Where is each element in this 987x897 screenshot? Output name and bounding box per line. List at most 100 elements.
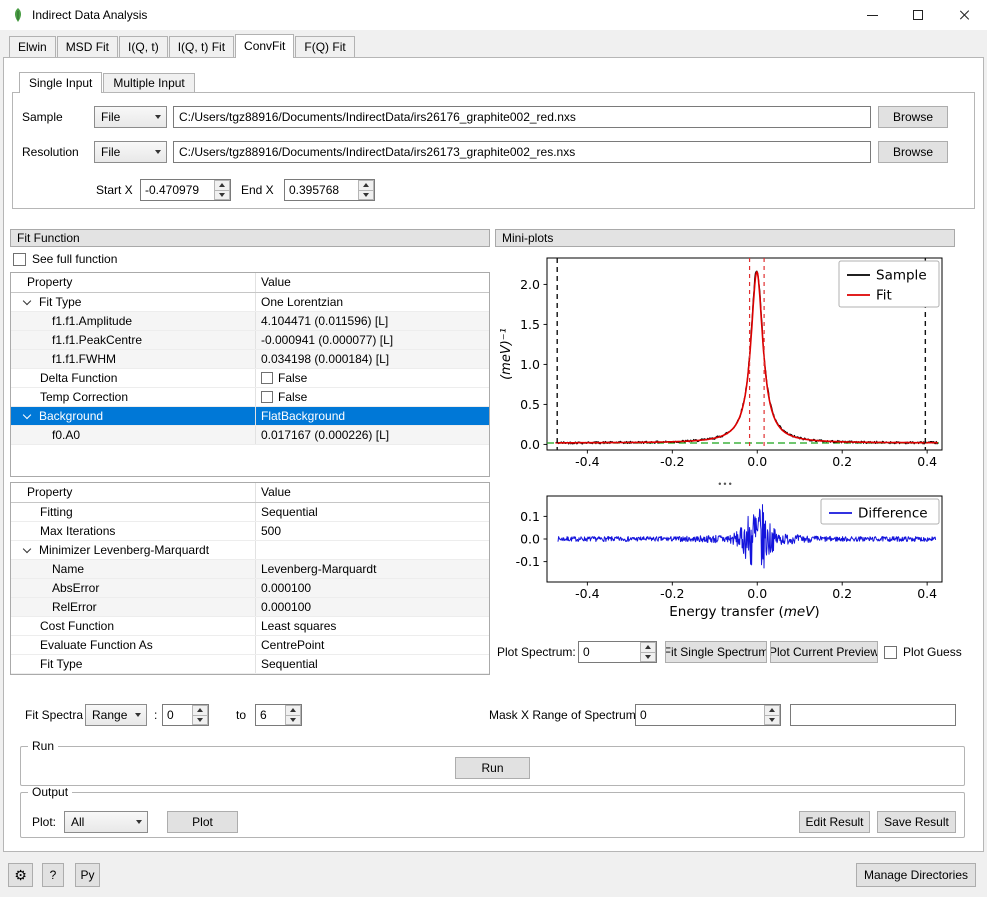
spin-up-button[interactable]: [192, 705, 208, 716]
svg-text:Fit: Fit: [876, 288, 892, 304]
property-row-cost-function[interactable]: Cost FunctionLeast squares: [11, 617, 489, 636]
property-row-max-iterations[interactable]: Max Iterations500: [11, 522, 489, 541]
property-row-temp-correction[interactable]: Temp CorrectionFalse: [11, 388, 489, 407]
property-row-background[interactable]: BackgroundFlatBackground: [11, 407, 489, 426]
property-row-evaluate-function-as[interactable]: Evaluate Function AsCentrePoint: [11, 636, 489, 655]
help-button[interactable]: ?: [42, 863, 64, 887]
chevron-down-icon[interactable]: [23, 297, 31, 305]
plot-current-preview-button[interactable]: Plot Current Preview: [770, 641, 878, 663]
spin-down-button[interactable]: [764, 716, 780, 726]
property-row-fitting[interactable]: FittingSequential: [11, 503, 489, 522]
edit-result-button[interactable]: Edit Result: [799, 811, 870, 833]
maximize-button[interactable]: [895, 0, 941, 30]
checkbox-icon[interactable]: [261, 391, 273, 403]
resolution-type-combo[interactable]: File: [94, 141, 167, 163]
property-row-f1-f1-fwhm[interactable]: f1.f1.FWHM0.034198 (0.000184) [L]: [11, 350, 489, 369]
property-value: Levenberg-Marquardt: [261, 560, 376, 578]
spin-up-button[interactable]: [764, 705, 780, 716]
table-header-row: PropertyValue: [11, 273, 489, 293]
mask-range-input[interactable]: [790, 704, 956, 726]
spin-down-button[interactable]: [214, 191, 230, 201]
property-value: 0.000100: [261, 579, 311, 597]
tab-fq-fit[interactable]: F(Q) Fit: [295, 36, 354, 57]
property-name: Delta Function: [40, 369, 117, 387]
python-button[interactable]: Py: [75, 863, 100, 887]
spin-down-button[interactable]: [192, 716, 208, 726]
property-name: Fit Type: [39, 293, 81, 311]
chevron-down-icon[interactable]: [23, 411, 31, 419]
chevron-down-icon: [131, 820, 147, 824]
manage-directories-button[interactable]: Manage Directories: [856, 863, 976, 887]
see-full-function-checkbox[interactable]: See full function: [13, 248, 117, 270]
fit-function-property-table: PropertyValueFit TypeOne Lorentzianf1.f1…: [10, 272, 490, 477]
tab-elwin[interactable]: Elwin: [9, 36, 56, 57]
property-value: One Lorentzian: [261, 293, 343, 311]
property-row-f1-f1-peakcentre[interactable]: f1.f1.PeakCentre-0.000941 (0.000077) [L]: [11, 331, 489, 350]
property-row-f1-f1-amplitude[interactable]: f1.f1.Amplitude4.104471 (0.011596) [L]: [11, 312, 489, 331]
output-plot-combo[interactable]: All: [64, 811, 148, 833]
chevron-down-icon: [130, 713, 146, 717]
run-button[interactable]: Run: [455, 757, 530, 779]
spin-up-button[interactable]: [640, 642, 656, 653]
end-x-spinbox[interactable]: 0.395768: [284, 179, 375, 201]
svg-text:0.2: 0.2: [832, 586, 852, 601]
sample-browse-button[interactable]: Browse: [878, 106, 948, 128]
maximize-icon: [913, 10, 923, 20]
chevron-down-icon[interactable]: [23, 545, 31, 553]
property-row-fit-type[interactable]: Fit Type One Lorentzian: [11, 293, 489, 312]
plot-guess-checkbox[interactable]: Plot Guess: [884, 641, 962, 663]
difference-plot[interactable]: -0.4-0.20.00.20.4-0.10.00.1DifferenceEne…: [497, 490, 955, 626]
property-value: Least squares: [261, 617, 336, 635]
property-name: Background: [39, 407, 103, 425]
tab-multiple-input[interactable]: Multiple Input: [103, 73, 194, 92]
property-row-abserror[interactable]: AbsError0.000100: [11, 579, 489, 598]
svg-text:0.0: 0.0: [520, 437, 540, 452]
spin-up-button[interactable]: [358, 180, 374, 191]
spin-up-button[interactable]: [214, 180, 230, 191]
resolution-label: Resolution: [22, 141, 79, 163]
property-row-f0-a0[interactable]: f0.A00.017167 (0.000226) [L]: [11, 426, 489, 445]
property-row-minimizer-levenberg-marquardt[interactable]: Minimizer Levenberg-Marquardt: [11, 541, 489, 560]
svg-text:0.0: 0.0: [747, 454, 767, 469]
fit-spectra-to-spinbox[interactable]: 6: [255, 704, 302, 726]
mask-spectrum-spinbox[interactable]: 0: [635, 704, 781, 726]
window-title: Indirect Data Analysis: [32, 0, 147, 30]
property-row-name[interactable]: NameLevenberg-Marquardt: [11, 560, 489, 579]
tab-single-input[interactable]: Single Input: [19, 72, 102, 93]
property-row-relerror[interactable]: RelError 0.000100: [11, 598, 489, 617]
fit-single-spectrum-button[interactable]: Fit Single Spectrum: [665, 641, 767, 663]
tab-convfit[interactable]: ConvFit: [235, 34, 294, 58]
sample-type-combo[interactable]: File: [94, 106, 167, 128]
tab-msd-fit[interactable]: MSD Fit: [57, 36, 118, 57]
property-name: RelError: [52, 598, 97, 616]
property-value: 0.000100: [261, 598, 311, 616]
title-bar: Indirect Data Analysis: [0, 0, 987, 30]
plot-spectrum-spinbox[interactable]: 0: [578, 641, 657, 663]
minimize-button[interactable]: [849, 0, 895, 30]
property-name: Fitting: [40, 503, 73, 521]
save-result-button[interactable]: Save Result: [877, 811, 956, 833]
tab-iqt[interactable]: I(Q, t): [119, 36, 168, 57]
resolution-path-input[interactable]: [173, 141, 871, 163]
spin-down-button[interactable]: [285, 716, 301, 726]
fit-spectra-label: Fit Spectra: [25, 704, 83, 726]
start-x-spinbox[interactable]: -0.470979: [140, 179, 231, 201]
close-button[interactable]: [941, 0, 987, 30]
sample-label: Sample: [22, 106, 63, 128]
resolution-browse-button[interactable]: Browse: [878, 141, 948, 163]
sample-fit-plot[interactable]: -0.4-0.20.00.20.40.00.51.01.52.0(meV)⁻¹S…: [497, 248, 955, 478]
sample-path-input[interactable]: [173, 106, 871, 128]
spin-down-button[interactable]: [358, 191, 374, 201]
tab-iqt-fit[interactable]: I(Q, t) Fit: [169, 36, 234, 57]
fit-spectra-from-spinbox[interactable]: 0: [162, 704, 209, 726]
fit-spectra-mode-combo[interactable]: Range: [85, 704, 147, 726]
spin-up-button[interactable]: [285, 705, 301, 716]
spin-down-button[interactable]: [640, 653, 656, 663]
property-row-delta-function[interactable]: Delta FunctionFalse: [11, 369, 489, 388]
property-row-fit-type[interactable]: Fit TypeSequential: [11, 655, 489, 674]
output-plot-button[interactable]: Plot: [167, 811, 238, 833]
splitter-handle[interactable]: •••: [497, 479, 955, 489]
checkbox-icon[interactable]: [261, 372, 273, 384]
settings-button[interactable]: ⚙: [8, 863, 33, 887]
mask-x-label: Mask X Range of Spectrum: [489, 704, 636, 726]
